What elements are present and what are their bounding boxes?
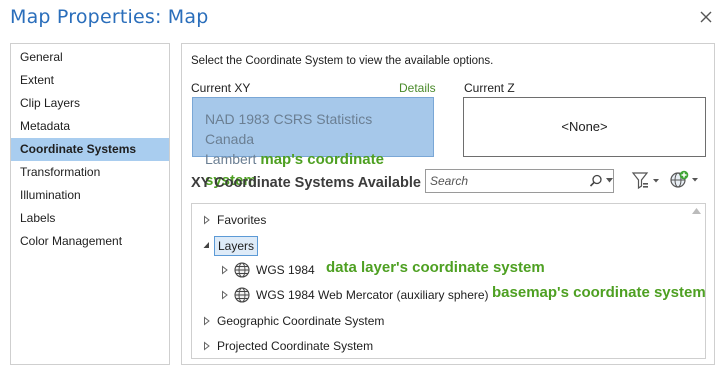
expand-triangle-icon[interactable] [202,209,212,231]
current-z-box[interactable]: <None> [463,97,706,157]
tree-label-geographic: Geographic Coordinate System [217,314,385,328]
sidebar-item-labels[interactable]: Labels [11,207,169,230]
expand-triangle-icon[interactable] [220,284,230,306]
expand-triangle-icon[interactable] [220,259,230,281]
sidebar-item-general[interactable]: General [11,46,169,69]
close-button[interactable] [697,8,715,26]
tree-label-wgs-1984: WGS 1984 [256,263,315,277]
collapse-triangle-icon[interactable] [202,234,212,256]
tree-label-layers: Layers [214,236,259,256]
wgs84-annotation: data layer's coordinate system [326,259,545,276]
tree-label-projected: Projected Coordinate System [217,339,374,353]
coordinate-system-tree: Favorites Layers WGS 1984 data layer's c… [191,203,706,359]
tree-label-favorites: Favorites [217,213,267,227]
search-input[interactable] [430,173,580,189]
sidebar-item-color-management[interactable]: Color Management [11,230,169,253]
filter-button[interactable] [631,171,661,191]
globe-icon [234,262,250,278]
sidebar-item-clip-layers[interactable]: Clip Layers [11,92,169,115]
sidebar-item-coordinate-systems[interactable]: Coordinate Systems [11,138,169,161]
instruction-text: Select the Coordinate System to view the… [191,55,494,67]
web-mercator-annotation: basemap's coordinate system [492,284,706,301]
expand-triangle-icon[interactable] [202,335,212,357]
search-icon[interactable] [589,174,603,188]
close-icon[interactable] [700,11,712,23]
tree-node-wgs-1984-web-mercator[interactable]: WGS 1984 Web Mercator (auxiliary sphere)… [220,284,705,306]
add-coordinate-system-button[interactable] [668,169,702,191]
globe-icon [234,287,250,303]
tree-node-wgs-1984[interactable]: WGS 1984 data layer's coordinate system [220,259,700,281]
tree-label-web-mercator: WGS 1984 Web Mercator (auxiliary sphere) [256,288,489,302]
expand-triangle-icon[interactable] [202,310,212,332]
title-bar: Map Properties: Map [0,0,725,36]
current-xy-name-line1: NAD 1983 CSRS Statistics Canada [205,111,373,147]
tree-node-geographic[interactable]: Geographic Coordinate System [200,310,500,332]
chevron-down-icon[interactable] [606,178,613,183]
sidebar-item-illumination[interactable]: Illumination [11,184,169,207]
current-xy-box[interactable]: NAD 1983 CSRS Statistics Canada Lambert m… [192,97,434,189]
current-z-value: <None> [561,119,608,134]
filter-icon[interactable] [631,171,661,191]
scroll-up-arrow-icon[interactable] [692,208,701,214]
tree-node-projected[interactable]: Projected Coordinate System [200,335,500,357]
tree-node-layers[interactable]: Layers [200,234,500,256]
sidebar-item-extent[interactable]: Extent [11,69,169,92]
dialog-title: Map Properties: Map [10,6,209,28]
search-box[interactable] [425,169,614,193]
sidebar-item-metadata[interactable]: Metadata [11,115,169,138]
current-z-label: Current Z [464,81,515,95]
tree-node-favorites[interactable]: Favorites [200,209,500,231]
sidebar: General Extent Clip Layers Metadata Coor… [10,43,170,365]
details-link[interactable]: Details [399,81,436,95]
available-systems-heading: XY Coordinate Systems Available [191,175,421,191]
current-xy-name-line2: Lambert [205,151,257,167]
sidebar-item-transformation[interactable]: Transformation [11,161,169,184]
coordinate-systems-panel: Select the Coordinate System to view the… [181,43,715,365]
current-xy-label: Current XY [191,81,251,95]
globe-add-icon[interactable] [668,169,702,191]
